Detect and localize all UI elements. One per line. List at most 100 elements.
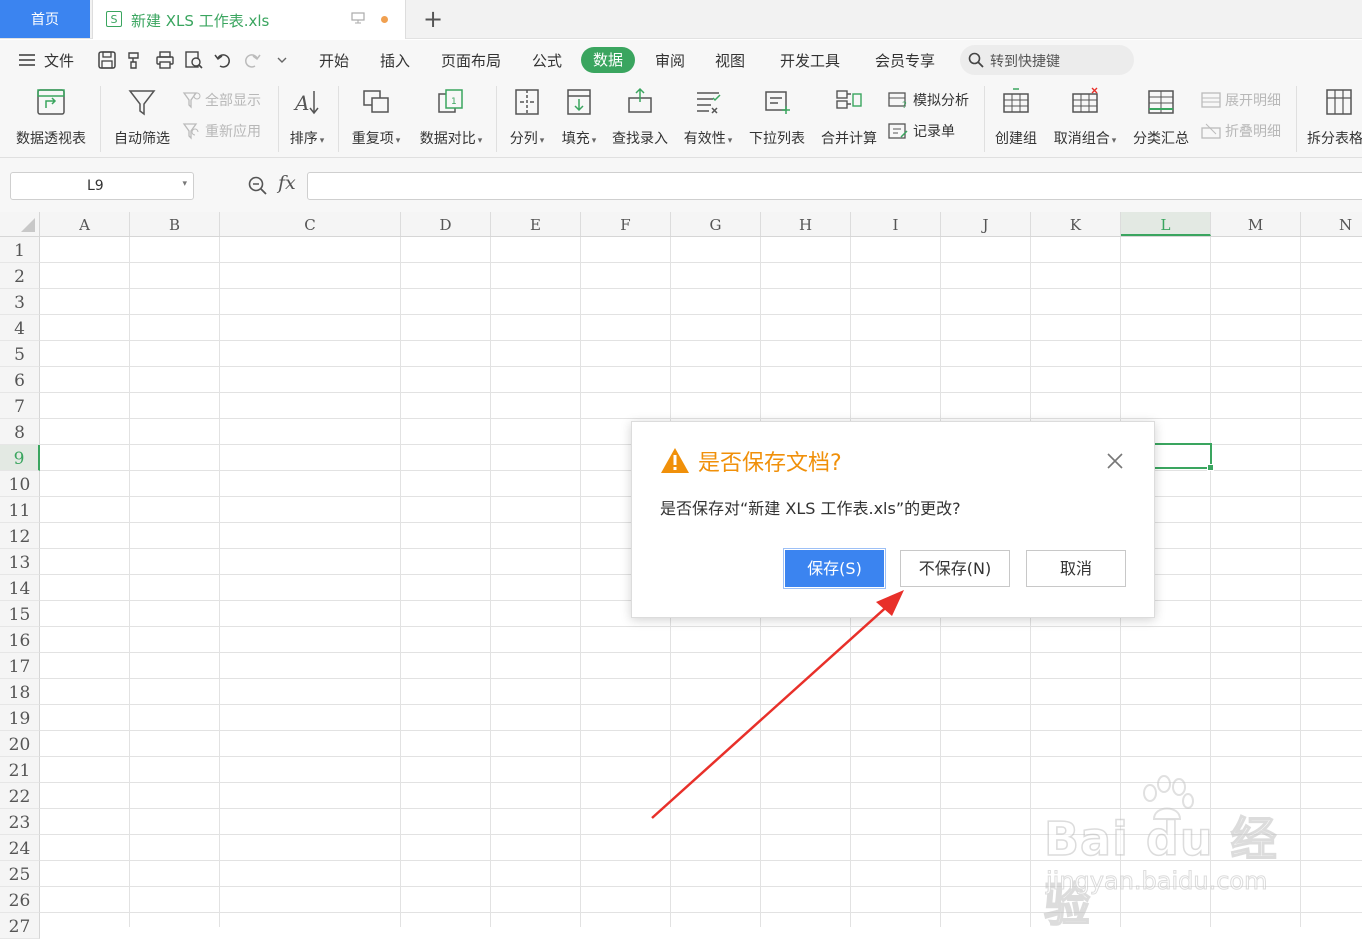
data-compare-button[interactable]: 1 数据对比 ▾ bbox=[414, 86, 488, 150]
column-header-D[interactable]: D bbox=[401, 212, 491, 236]
row-header-27[interactable]: 27 bbox=[0, 913, 40, 939]
column-header-F[interactable]: F bbox=[581, 212, 671, 236]
print-preview-icon[interactable] bbox=[184, 50, 204, 70]
subtotal-label: 分类汇总 bbox=[1133, 131, 1189, 147]
row-header-25[interactable]: 25 bbox=[0, 861, 40, 887]
undo-icon[interactable] bbox=[213, 50, 233, 70]
collapse-detail-button[interactable]: 折叠明细 bbox=[1200, 121, 1281, 141]
show-all-button[interactable]: 全部显示 bbox=[182, 90, 261, 110]
row-header-23[interactable]: 23 bbox=[0, 809, 40, 835]
row-header-9[interactable]: 9 bbox=[0, 445, 40, 471]
monitor-icon[interactable] bbox=[351, 12, 365, 24]
chevron-down-icon[interactable]: ▾ bbox=[182, 179, 187, 189]
zoom-icon[interactable] bbox=[248, 176, 268, 196]
row-header-18[interactable]: 18 bbox=[0, 679, 40, 705]
document-tab[interactable]: S 新建 XLS 工作表.xls bbox=[92, 0, 406, 39]
column-header-A[interactable]: A bbox=[40, 212, 130, 236]
column-header-J[interactable]: J bbox=[941, 212, 1031, 236]
row-header-17[interactable]: 17 bbox=[0, 653, 40, 679]
menu-member[interactable]: 会员专享 bbox=[875, 50, 935, 71]
sort-button[interactable]: A 排序 ▾ bbox=[284, 86, 330, 150]
menu-data[interactable]: 数据 bbox=[581, 47, 635, 73]
column-header-N[interactable]: N bbox=[1301, 212, 1362, 236]
row-header-6[interactable]: 6 bbox=[0, 367, 40, 393]
column-header-H[interactable]: H bbox=[761, 212, 851, 236]
save-icon[interactable] bbox=[97, 50, 117, 70]
row-header-12[interactable]: 12 bbox=[0, 523, 40, 549]
row-header-1[interactable]: 1 bbox=[0, 237, 40, 263]
consolidate-label: 合并计算 bbox=[821, 131, 877, 147]
expand-detail-button[interactable]: 展开明细 bbox=[1200, 90, 1281, 110]
split-table-button[interactable]: 拆分表格 bbox=[1304, 86, 1362, 150]
row-header-14[interactable]: 14 bbox=[0, 575, 40, 601]
column-header-G[interactable]: G bbox=[671, 212, 761, 236]
row-header-13[interactable]: 13 bbox=[0, 549, 40, 575]
fill-button[interactable]: 填充 ▾ bbox=[556, 86, 602, 150]
row-header-19[interactable]: 19 bbox=[0, 705, 40, 731]
row-header-16[interactable]: 16 bbox=[0, 627, 40, 653]
menu-developer[interactable]: 开发工具 bbox=[780, 50, 840, 71]
column-header-E[interactable]: E bbox=[491, 212, 581, 236]
home-tab[interactable]: 首页 bbox=[0, 0, 90, 38]
customize-chevron-icon[interactable] bbox=[275, 50, 289, 70]
ungroup-button[interactable]: 取消组合 ▾ bbox=[1048, 86, 1122, 150]
redo-icon[interactable] bbox=[242, 50, 262, 70]
dont-save-button[interactable]: 不保存(N) bbox=[900, 550, 1010, 587]
autofilter-button[interactable]: 自动筛选 bbox=[108, 86, 176, 150]
column-header-L[interactable]: L bbox=[1121, 212, 1211, 236]
menu-insert[interactable]: 插入 bbox=[380, 50, 410, 71]
menu-view[interactable]: 视图 bbox=[715, 50, 745, 71]
menu-start[interactable]: 开始 bbox=[319, 50, 349, 71]
row-header-20[interactable]: 20 bbox=[0, 731, 40, 757]
record-form-button[interactable]: 记录单 bbox=[888, 121, 955, 141]
pivot-table-button[interactable]: 数据透视表 bbox=[8, 86, 94, 150]
lookup-entry-button[interactable]: 查找录入 bbox=[608, 86, 672, 150]
column-header-B[interactable]: B bbox=[130, 212, 220, 236]
hamburger-icon[interactable] bbox=[18, 52, 36, 68]
create-group-button[interactable]: 创建组 bbox=[990, 86, 1042, 150]
file-menu[interactable]: 文件 bbox=[44, 50, 74, 71]
command-search[interactable]: 转到快捷键 bbox=[960, 45, 1134, 75]
row-header-4[interactable]: 4 bbox=[0, 315, 40, 341]
split-column-button[interactable]: 分列 ▾ bbox=[504, 86, 550, 150]
row-header-5[interactable]: 5 bbox=[0, 341, 40, 367]
row-header-3[interactable]: 3 bbox=[0, 289, 40, 315]
row-header-7[interactable]: 7 bbox=[0, 393, 40, 419]
menu-formula[interactable]: 公式 bbox=[532, 50, 562, 71]
column-header-I[interactable]: I bbox=[851, 212, 941, 236]
duplicates-button[interactable]: 重复项 ▾ bbox=[346, 86, 406, 150]
filter-clear-icon bbox=[182, 92, 201, 109]
cancel-button[interactable]: 取消 bbox=[1026, 550, 1126, 587]
name-box[interactable]: L9 ▾ bbox=[10, 172, 194, 200]
fill-handle[interactable] bbox=[1207, 464, 1214, 471]
column-header-K[interactable]: K bbox=[1031, 212, 1121, 236]
new-tab-button[interactable]: + bbox=[420, 5, 446, 33]
format-painter-icon[interactable] bbox=[125, 50, 145, 70]
column-header-C[interactable]: C bbox=[220, 212, 401, 236]
print-icon[interactable] bbox=[155, 50, 175, 70]
row-header-15[interactable]: 15 bbox=[0, 601, 40, 627]
formula-input[interactable] bbox=[307, 172, 1362, 200]
row-header-26[interactable]: 26 bbox=[0, 887, 40, 913]
column-header-M[interactable]: M bbox=[1211, 212, 1301, 236]
reapply-button[interactable]: 重新应用 bbox=[182, 121, 261, 141]
row-header-11[interactable]: 11 bbox=[0, 497, 40, 523]
menu-page-layout[interactable]: 页面布局 bbox=[441, 50, 501, 71]
save-button[interactable]: 保存(S) bbox=[783, 548, 886, 589]
row-header-10[interactable]: 10 bbox=[0, 471, 40, 497]
function-icon[interactable]: fx bbox=[278, 172, 296, 194]
whatif-analysis-button[interactable]: ? 模拟分析 bbox=[888, 90, 969, 110]
dropdown-list-button[interactable]: 下拉列表 bbox=[744, 86, 810, 150]
row-header-22[interactable]: 22 bbox=[0, 783, 40, 809]
menu-review[interactable]: 审阅 bbox=[655, 50, 685, 71]
consolidate-button[interactable]: 合并计算 bbox=[816, 86, 882, 150]
subtotal-button[interactable]: 分类汇总 bbox=[1128, 86, 1194, 150]
validity-button[interactable]: 有效性 ▾ bbox=[678, 86, 738, 150]
row-header-21[interactable]: 21 bbox=[0, 757, 40, 783]
close-icon[interactable] bbox=[1106, 452, 1124, 470]
row-header-24[interactable]: 24 bbox=[0, 835, 40, 861]
pivot-table-label: 数据透视表 bbox=[16, 131, 86, 147]
row-header-2[interactable]: 2 bbox=[0, 263, 40, 289]
select-all-corner[interactable] bbox=[0, 212, 40, 236]
row-header-8[interactable]: 8 bbox=[0, 419, 40, 445]
